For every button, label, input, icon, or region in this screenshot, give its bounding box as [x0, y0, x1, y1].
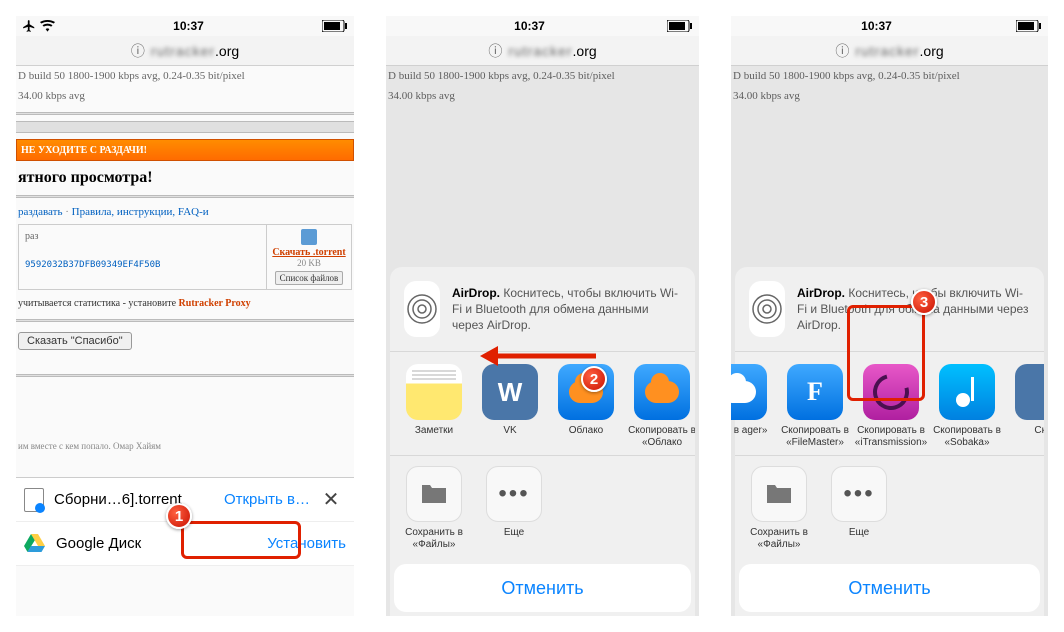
share-sheet: AirDrop. Коснитесь, чтобы включить Wi-Fi…	[390, 267, 695, 616]
action-save-files[interactable]: Сохранить в «Файлы»	[396, 466, 472, 550]
share-app-cloud-copy[interactable]: Скопировать в «Облако	[624, 364, 695, 449]
downloaded-filename: Сборни…6].torrent	[54, 491, 218, 508]
install-button[interactable]: Установить	[267, 535, 346, 552]
action-more[interactable]: •••Еще	[821, 466, 897, 550]
google-drive-icon	[24, 534, 46, 554]
annotation-1: 1	[166, 503, 192, 529]
torrent-hash[interactable]: 9592032B37DFB09349EF4F50B	[25, 260, 260, 270]
annotation-arrow-left	[478, 344, 598, 368]
torrent-box: раз 9592032B37DFB09349EF4F50B Скачать .t…	[18, 224, 352, 290]
share-app-notes[interactable]: Заметки	[396, 364, 472, 449]
battery-icon	[667, 20, 693, 32]
share-apps-row[interactable]: вать в ager» FСкопировать в «FileMaster»…	[731, 352, 1044, 455]
action-save-files[interactable]: Сохранить в «Файлы»	[741, 466, 817, 550]
share-app-vk[interactable]: WVK	[472, 364, 548, 449]
phone-screen-1: 10:37 ⓘ rutracker.org D build 50 1800-19…	[16, 16, 354, 616]
open-in-button[interactable]: Открыть в…	[218, 487, 316, 512]
url-bar[interactable]: ⓘ rutracker.org	[731, 36, 1048, 66]
cancel-button[interactable]: Отменить	[394, 564, 691, 612]
help-links[interactable]: раздавать · Правила, инструкции, FAQ-и	[16, 204, 354, 220]
banner: НЕ УХОДИТЕ С РАЗДАЧИ!	[16, 139, 354, 161]
download-torrent-link[interactable]: Скачать .torrent	[271, 247, 347, 258]
wifi-icon	[40, 20, 55, 32]
airdrop-icon[interactable]	[404, 281, 440, 337]
info-icon: ⓘ	[488, 41, 502, 61]
share-app-itransmission[interactable]: Скопировать в «iTransmission»	[853, 364, 929, 449]
status-bar: 10:37	[16, 16, 354, 36]
action-more[interactable]: •••Еще	[476, 466, 552, 550]
share-app-filemaster[interactable]: FСкопировать в «FileMaster»	[777, 364, 853, 449]
annotation-2: 2	[581, 366, 607, 392]
airplane-icon	[22, 19, 36, 33]
file-icon	[24, 488, 44, 512]
battery-icon	[1016, 20, 1042, 32]
status-bar: 10:37	[386, 16, 699, 36]
info-icon: ⓘ	[835, 41, 849, 61]
share-sheet: AirDrop. Коснитесь, чтобы включить Wi-Fi…	[735, 267, 1044, 616]
gdrive-label: Google Диск	[56, 535, 267, 552]
battery-icon	[322, 20, 348, 32]
info-icon: ⓘ	[131, 41, 145, 61]
annotation-3: 3	[911, 289, 937, 315]
page-heading: ятного просмотра!	[18, 169, 352, 187]
share-actions-row[interactable]: Сохранить в «Файлы» •••Еще	[390, 456, 695, 564]
thanks-button[interactable]: Сказать "Спасибо"	[18, 332, 132, 350]
floppy-icon	[301, 229, 317, 245]
proxy-link[interactable]: Rutracker Proxy	[179, 298, 251, 309]
status-bar: 10:37	[731, 16, 1048, 36]
share-actions-row[interactable]: Сохранить в «Файлы» •••Еще	[735, 456, 1044, 564]
url-bar[interactable]: ⓘ rutracker.org	[16, 36, 354, 66]
share-app-partial[interactable]: Ско	[1005, 364, 1044, 449]
url-bar[interactable]: ⓘ rutracker.org	[386, 36, 699, 66]
share-app-ager[interactable]: вать в ager»	[731, 364, 777, 449]
airdrop-icon[interactable]	[749, 281, 785, 337]
cancel-button[interactable]: Отменить	[739, 564, 1040, 612]
file-list-button[interactable]: Список файлов	[275, 271, 344, 285]
phone-screen-3: 10:37 ⓘ rutracker.org D build 50 1800-19…	[731, 16, 1048, 616]
share-app-sobaka[interactable]: Скопировать в «Sobaka»	[929, 364, 1005, 449]
phone-screen-2: 10:37 ⓘ rutracker.org D build 50 1800-19…	[386, 16, 699, 616]
close-download-button[interactable]: ✕	[316, 487, 346, 512]
status-time: 10:37	[173, 19, 204, 33]
airdrop-description: AirDrop. Коснитесь, чтобы включить Wi-Fi…	[452, 285, 681, 334]
